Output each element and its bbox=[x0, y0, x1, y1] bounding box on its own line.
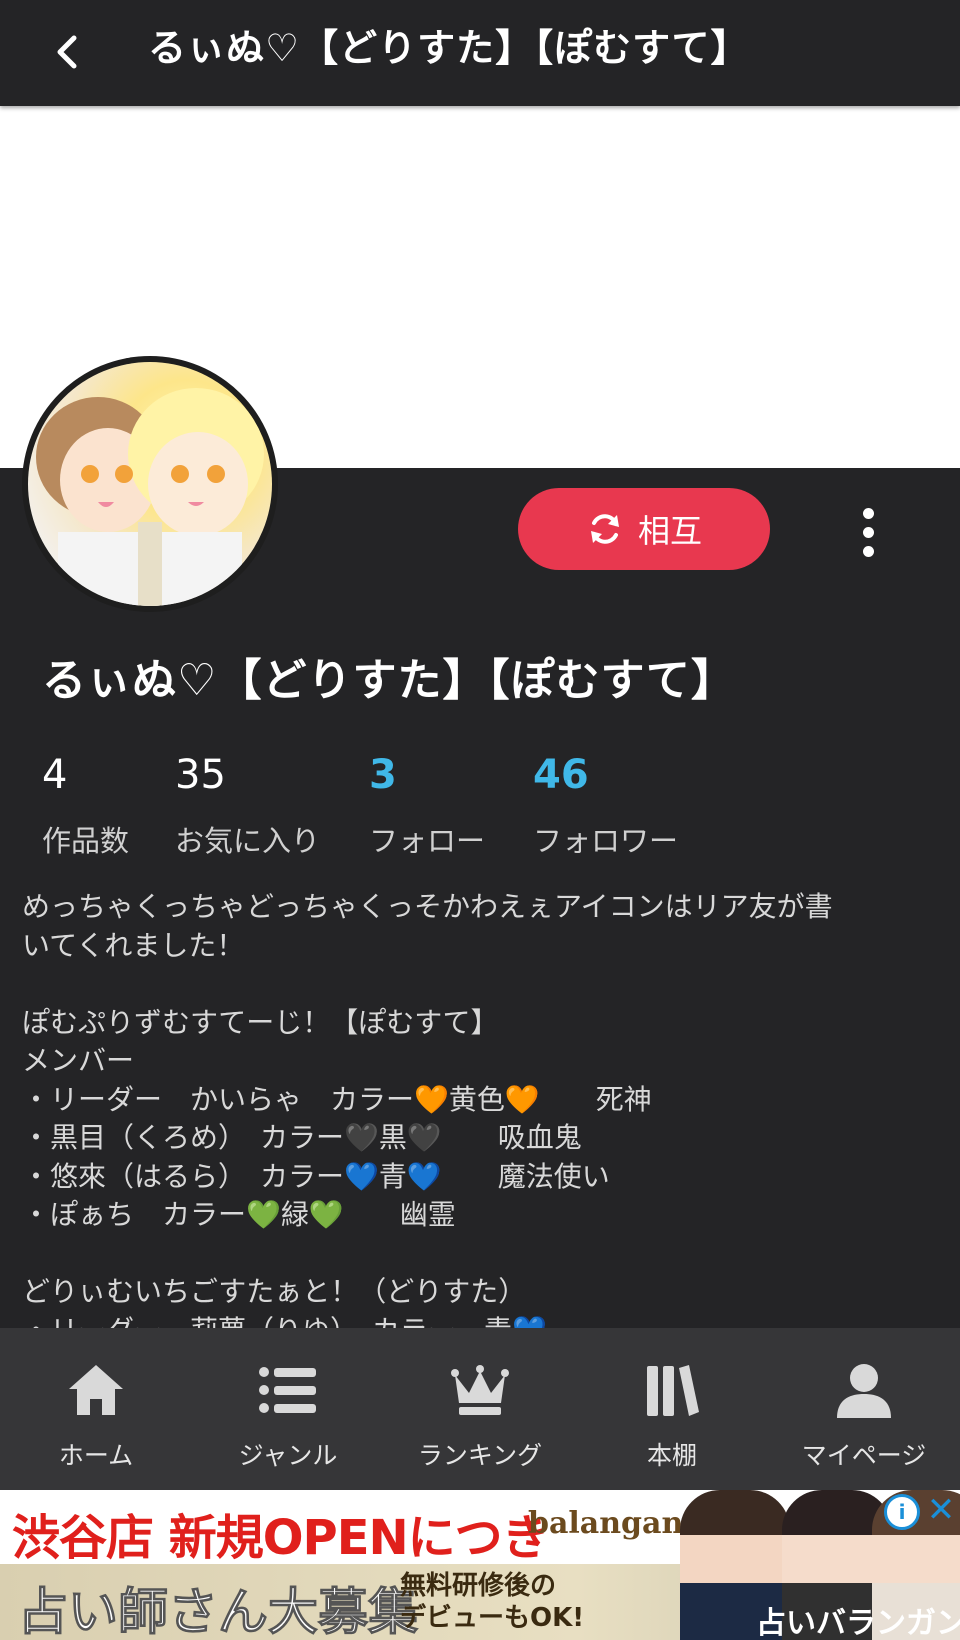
nav-mypage-label: マイページ bbox=[801, 1441, 927, 1470]
stat-following-label[interactable]: フォロー bbox=[369, 818, 485, 860]
info-icon[interactable]: i bbox=[884, 1494, 920, 1530]
nav-bookshelf-label: 本棚 bbox=[646, 1441, 697, 1470]
page-title: るぃぬ♡【どりすた】【ぽむすて】 bbox=[148, 26, 750, 70]
stat-followers[interactable]: 46 フォロワー bbox=[533, 748, 678, 860]
bio-line: ・黒目（くろめ） カラー🖤黒🖤 吸血鬼 bbox=[22, 1121, 582, 1154]
profile-bio: めっちゃくっちゃどっちゃくっそかわえぇアイコンはリア友が書 いてくれました！ ぽ… bbox=[22, 888, 942, 1328]
stat-favorites-label: お気に入り bbox=[175, 824, 321, 858]
home-icon bbox=[64, 1358, 128, 1422]
nav-home[interactable]: ホーム bbox=[0, 1328, 192, 1490]
more-options-button[interactable] bbox=[848, 500, 888, 564]
bio-line: どりぃむいちごすたぁと！（どりすた） bbox=[22, 1275, 527, 1308]
top-app-bar: るぃぬ♡【どりすた】【ぽむすて】 bbox=[0, 0, 960, 106]
mutual-follow-label: 相互 bbox=[637, 512, 702, 550]
bio-line bbox=[22, 1235, 942, 1274]
sync-icon bbox=[590, 514, 619, 544]
list-icon bbox=[256, 1358, 320, 1422]
bio-line: メンバー bbox=[22, 1044, 135, 1077]
mutual-follow-button[interactable]: 相互 bbox=[518, 488, 770, 570]
nav-bookshelf[interactable]: 本棚 bbox=[576, 1328, 768, 1490]
close-icon[interactable]: ✕ bbox=[924, 1490, 958, 1530]
stat-works: 4 作品数 bbox=[42, 748, 129, 860]
bio-line: ・リーダー かいらゃ カラー🧡黄色🧡 死神 bbox=[22, 1082, 652, 1116]
profile-name: るぃぬ♡【どりすた】【ぽむすて】 bbox=[42, 655, 736, 706]
bottom-navigation: ホーム ジャンル ランキング 本棚 マイページ bbox=[0, 1328, 960, 1490]
ad-headline: 渋谷店 新規OPENにつき bbox=[12, 1510, 550, 1566]
bio-line: ・ぽぁち カラー💚緑💚 幽霊 bbox=[22, 1198, 456, 1231]
back-button[interactable] bbox=[38, 24, 94, 80]
stat-works-label: 作品数 bbox=[42, 824, 130, 858]
ad-note: 無料研修後の デビューもOK! bbox=[400, 1570, 584, 1634]
more-vertical-icon bbox=[862, 507, 874, 519]
nav-genre-label: ジャンル bbox=[238, 1441, 338, 1470]
ad-brand-logo: balangan bbox=[528, 1506, 684, 1541]
stat-following[interactable]: 3 フォロー bbox=[369, 748, 485, 860]
stat-followers-value[interactable]: 46 bbox=[533, 748, 678, 802]
nav-mypage[interactable]: マイページ bbox=[768, 1328, 960, 1490]
user-icon bbox=[832, 1358, 896, 1422]
ad-banner[interactable]: 渋谷店 新規OPENにつき balangan 占い師さん大募集 無料研修後の デ… bbox=[0, 1490, 960, 1640]
stat-followers-label[interactable]: フォロワー bbox=[533, 818, 678, 860]
nav-home-label: ホーム bbox=[58, 1441, 134, 1470]
stat-favorites-value: 35 bbox=[175, 752, 226, 798]
bio-line: ぽむぷりずむすてーじ！【ぽむすて】 bbox=[22, 1005, 499, 1039]
ad-subheadline: 占い師さん大募集 bbox=[18, 1583, 419, 1640]
nav-ranking-label: ランキング bbox=[417, 1441, 543, 1470]
avatar[interactable] bbox=[22, 356, 278, 612]
bio-line: めっちゃくっちゃどっちゃくっそかわえぇアイコンはリア友が書 bbox=[22, 890, 833, 923]
crown-icon bbox=[448, 1358, 512, 1422]
stat-following-value[interactable]: 3 bbox=[369, 748, 485, 802]
stat-favorites: 35 お気に入り bbox=[175, 748, 320, 860]
stat-works-value: 4 bbox=[42, 752, 68, 798]
nav-genre[interactable]: ジャンル bbox=[192, 1328, 384, 1490]
ad-tag: 占いバランガン bbox=[756, 1606, 960, 1640]
ad-note-line: デビューもOK! bbox=[400, 1603, 585, 1633]
bio-line bbox=[22, 965, 942, 1004]
bio-line: ・リーダー 莉夢（りゆ） カラー 青💙 bbox=[22, 1312, 942, 1329]
chevron-left-icon bbox=[57, 35, 77, 69]
nav-ranking[interactable]: ランキング bbox=[384, 1328, 576, 1490]
ad-note-line: 無料研修後の bbox=[400, 1571, 557, 1601]
bio-line: いてくれました！ bbox=[22, 928, 245, 962]
bio-line: ・悠來（はるら） カラー💙青💙 魔法使い bbox=[22, 1159, 610, 1193]
avatar-image bbox=[28, 362, 272, 606]
bookshelf-icon bbox=[640, 1358, 704, 1422]
